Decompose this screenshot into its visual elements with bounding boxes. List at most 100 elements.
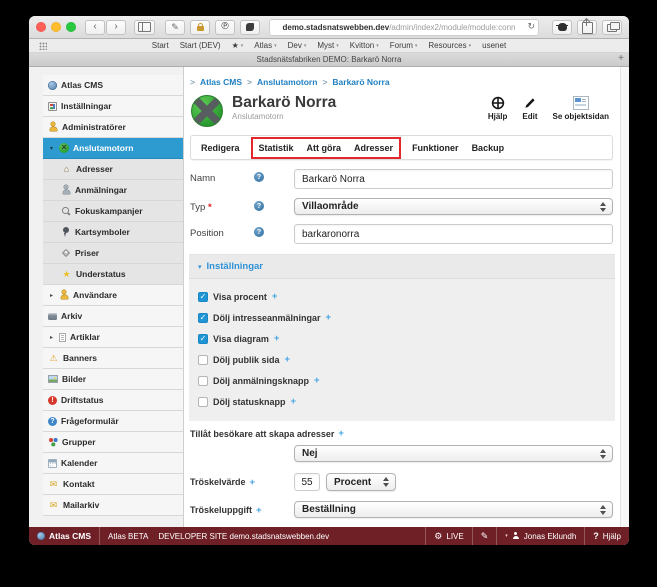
sidebar-item-installningar[interactable]: Inställningar [43, 96, 183, 117]
name-input[interactable] [294, 169, 613, 189]
sidebar-item-fokuskampanjer[interactable]: Fokuskampanjer [43, 201, 183, 222]
sidebar-item-arkiv[interactable]: Arkiv [43, 306, 183, 327]
bookmark-forum-folder[interactable]: Forum▾ [390, 41, 418, 50]
active-tab-title[interactable]: Stadsnätsfabriken DEMO: Barkarö Norra [257, 55, 402, 64]
sidebar-item-anmalningar[interactable]: Anmälningar [43, 180, 183, 201]
minimize-window-button[interactable] [51, 22, 61, 32]
threshold-value-input[interactable] [294, 473, 320, 491]
footer-edit-button[interactable]: ✎ [472, 527, 497, 545]
page-scrollbar[interactable] [620, 67, 629, 527]
threshold-task-select[interactable]: Beställning [294, 501, 613, 518]
checkbox-unchecked[interactable] [198, 355, 208, 365]
sidebar-item-adresser[interactable]: Adresser [43, 159, 183, 180]
allow-create-addresses-label: Tillåt besökare att skapa adresser + [190, 428, 613, 439]
collapsed-chevron-icon[interactable]: ▸ [48, 334, 55, 341]
main-panel: > Atlas CMS > Anslutamotorn > Barkarö No… [184, 67, 629, 527]
plus-link[interactable]: + [285, 354, 291, 365]
allow-create-addresses-select[interactable]: Nej [294, 445, 613, 462]
sidebar-item-driftstatus[interactable]: Driftstatus [43, 390, 183, 411]
extension-password-button[interactable] [190, 20, 210, 35]
footer-help-button[interactable]: ? Hjälp [584, 527, 629, 545]
checkbox-checked[interactable] [198, 313, 208, 323]
help-icon[interactable] [254, 201, 264, 211]
breadcrumb-atlas-cms[interactable]: Atlas CMS [200, 77, 242, 87]
extension-misc-button[interactable] [240, 20, 260, 35]
threshold-unit-select[interactable]: Procent [326, 473, 396, 491]
checkbox-checked[interactable] [198, 334, 208, 344]
plus-link[interactable]: + [326, 312, 332, 323]
bookmark-kvitton-folder[interactable]: Kvitton▾ [350, 41, 379, 50]
plus-link[interactable]: + [291, 396, 297, 407]
plus-link[interactable]: + [314, 375, 320, 386]
tab-overview-button[interactable] [602, 20, 622, 35]
extension-blocker-button[interactable] [552, 20, 572, 35]
plus-link[interactable]: + [274, 333, 280, 344]
chevron-down-icon: ▾ [304, 43, 307, 49]
reload-icon[interactable]: ↻ [527, 21, 535, 32]
tab-statistik[interactable]: Statistik [259, 143, 294, 153]
checkbox-checked[interactable] [198, 292, 208, 302]
expanded-chevron-icon[interactable]: ▾ [48, 145, 55, 152]
back-button[interactable]: ‹ [85, 20, 105, 35]
footer-live-toggle[interactable]: ⚙ LIVE [425, 527, 471, 545]
edit-action-button[interactable]: Edit [522, 96, 537, 121]
bookmark-myst-folder[interactable]: Myst▾ [317, 41, 338, 50]
plus-link[interactable]: + [250, 477, 256, 491]
position-input[interactable] [294, 224, 613, 244]
sidebar-item-priser[interactable]: Priser [43, 243, 183, 264]
bookmark-usenet[interactable]: usenet [482, 41, 506, 50]
breadcrumb-barkaro-norra[interactable]: Barkarö Norra [332, 77, 389, 87]
footer-user-menu[interactable]: ▾ Jonas Eklundh [496, 527, 584, 545]
sidebar-item-kalender[interactable]: Kalender [43, 453, 183, 474]
lock-icon [197, 26, 204, 31]
checkbox-unchecked[interactable] [198, 397, 208, 407]
bookmark-resources-folder[interactable]: Resources▾ [428, 41, 471, 50]
plus-link[interactable]: + [338, 428, 344, 439]
zoom-window-button[interactable] [66, 22, 76, 32]
sidebar-item-kartsymboler[interactable]: Kartsymboler [43, 222, 183, 243]
forward-button[interactable]: › [106, 20, 126, 35]
sidebar-item-artiklar[interactable]: ▸Artiklar [43, 327, 183, 348]
sidebar-item-understatus[interactable]: Understatus [43, 264, 183, 285]
sidebar-item-kontakt[interactable]: Kontakt [43, 474, 183, 495]
bookmark-start-dev[interactable]: Start (DEV) [180, 41, 221, 50]
bookmark-dev-folder[interactable]: Dev▾ [288, 41, 307, 50]
help-action-button[interactable]: Hjälp [488, 96, 508, 121]
type-select[interactable]: Villaområde [294, 198, 613, 215]
see-object-page-button[interactable]: Se objektsidan [553, 96, 609, 121]
breadcrumb-anslutamotorn[interactable]: Anslutamotorn [257, 77, 317, 87]
share-button[interactable] [577, 20, 597, 35]
extension-pinner-button[interactable]: ℗ [215, 20, 235, 35]
sidebar-item-mailarkiv[interactable]: Mailarkiv [43, 495, 183, 516]
plus-link[interactable]: + [256, 505, 262, 518]
collapsed-chevron-icon[interactable]: ▸ [48, 292, 55, 299]
sidebar-item-atlas-cms[interactable]: Atlas CMS [43, 75, 183, 96]
sidebar-item-anvandare[interactable]: ▸Användare [43, 285, 183, 306]
plus-link[interactable]: + [272, 291, 278, 302]
tab-funktioner[interactable]: Funktioner [412, 143, 459, 153]
tab-backup[interactable]: Backup [472, 143, 505, 153]
checkbox-unchecked[interactable] [198, 376, 208, 386]
sidebar-item-anslutamotorn[interactable]: ▾Anslutamotorn [43, 138, 183, 159]
sidebar-item-bilder[interactable]: Bilder [43, 369, 183, 390]
bookmark-atlas-folder[interactable]: Atlas▾ [254, 41, 276, 50]
sidebar-item-frageformular[interactable]: Frågeformulär [43, 411, 183, 432]
sidebar-toggle-button[interactable] [134, 20, 155, 35]
bookmarks-grid-icon[interactable] [39, 42, 47, 50]
tab-redigera[interactable]: Redigera [201, 143, 240, 153]
bookmark-start[interactable]: Start [152, 41, 169, 50]
sidebar-item-banners[interactable]: Banners [43, 348, 183, 369]
address-bar[interactable]: demo.stadsnatswebben.dev/admin/index2/mo… [269, 19, 539, 36]
footer-brand[interactable]: Atlas CMS [29, 527, 100, 545]
sidebar-item-administratorer[interactable]: Administratörer [43, 117, 183, 138]
new-tab-button[interactable]: + [618, 53, 624, 65]
settings-section-header[interactable]: ▾ Inställningar [189, 255, 615, 279]
help-icon[interactable] [254, 227, 264, 237]
extension-signature-button[interactable]: ✎ [165, 20, 185, 35]
sidebar-item-grupper[interactable]: Grupper [43, 432, 183, 453]
tab-att-gora[interactable]: Att göra [307, 143, 342, 153]
tab-adresser[interactable]: Adresser [354, 143, 393, 153]
bookmark-favorites-folder[interactable]: ★▾ [232, 41, 244, 50]
close-window-button[interactable] [36, 22, 46, 32]
help-icon[interactable] [254, 172, 264, 182]
